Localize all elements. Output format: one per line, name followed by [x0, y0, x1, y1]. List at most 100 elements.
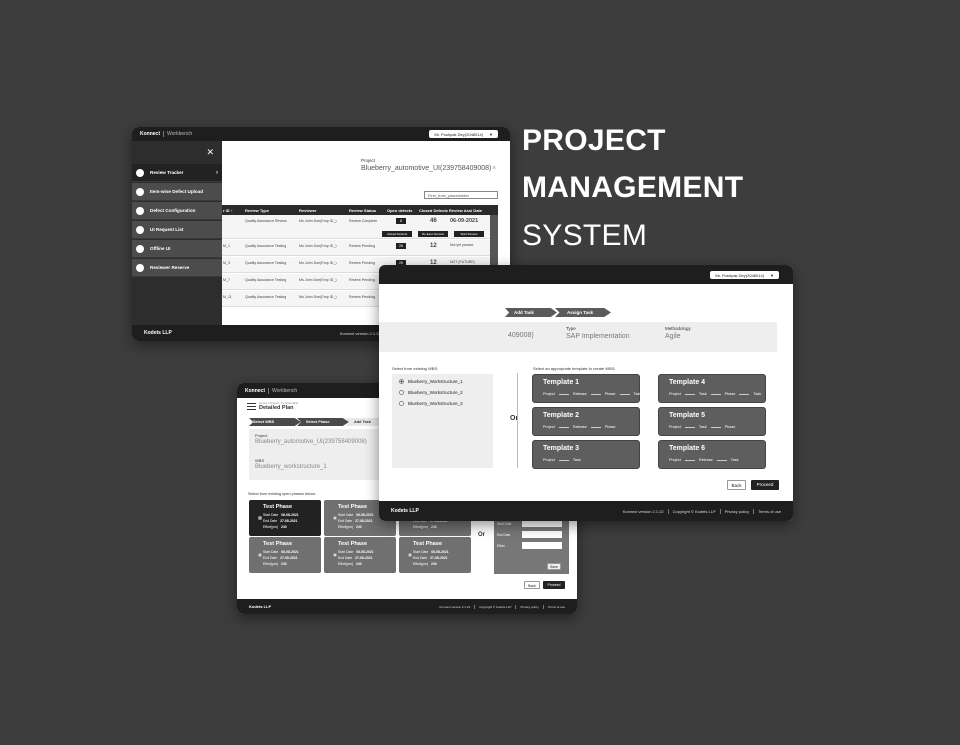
page-title: Detailed Plan [259, 405, 294, 411]
phase-detail-value: 27-08-2021 [430, 556, 448, 560]
sidebar-item[interactable]: Review Tracker › [132, 164, 222, 182]
radio-button[interactable] [333, 553, 337, 557]
sidebar-item[interactable]: Defect Configuration [132, 202, 222, 220]
sidebar-item[interactable]: UI Request List [132, 221, 222, 239]
flow-connector [590, 394, 601, 396]
open-defects-badge: 8 [396, 218, 406, 224]
column-header[interactable]: Open defects [387, 208, 412, 213]
plan-step: Select Phase [297, 418, 349, 426]
existing-wbs-panel [392, 374, 493, 468]
proceed-button[interactable]: Proceed [543, 581, 565, 589]
phase-title: Test Phase [338, 504, 368, 510]
hamburger-icon[interactable] [247, 403, 256, 410]
column-header[interactable]: Closed Defects [419, 208, 448, 213]
template-label: Select an appropriate template to create… [533, 366, 616, 371]
clear-icon[interactable]: × [492, 165, 496, 172]
search-input[interactable]: Find_from_placeholder [424, 191, 498, 199]
phase-card[interactable]: Test PhaseStart Date06-08-2021End Date27… [399, 537, 471, 573]
template-flow: Project Release Phase [543, 425, 616, 429]
flow-step: Release [572, 425, 587, 429]
proceed-button[interactable]: Proceed [751, 480, 779, 490]
column-header[interactable]: Review Assi Date [449, 208, 482, 213]
form-field-label: End Date [497, 533, 511, 537]
phase-detail-label: Start Date [263, 513, 279, 517]
phase-title: Test Phase [338, 541, 368, 547]
template-card[interactable]: Template 4 Project Task Phase Task [658, 374, 766, 403]
phase-detail-label: Start Date [413, 550, 429, 554]
phase-detail: Effort(pm) 240 [413, 562, 437, 566]
radio-button[interactable] [408, 553, 412, 557]
back-button[interactable]: Back [727, 480, 746, 490]
save-button[interactable]: Save [547, 563, 561, 570]
template-title: Template 2 [543, 412, 580, 419]
project-value: Blueberry_automotive_UI(239758409008) [255, 439, 367, 445]
privacy-link[interactable]: Privacy policy [515, 604, 539, 609]
user-dropdown[interactable]: Mr. Pushpak Dey(2048014) ▼ [429, 130, 498, 138]
radio-button[interactable] [258, 553, 262, 557]
terms-link[interactable]: Terms of use [542, 604, 565, 609]
wbs-option[interactable]: Blueberry_Workstructure_1 [399, 379, 463, 385]
row-action-button[interactable]: Upload Defects [382, 231, 412, 237]
radio-button[interactable] [333, 516, 337, 520]
row-action-button[interactable]: Start Review [454, 231, 484, 237]
radio-button[interactable] [399, 390, 404, 396]
column-header[interactable]: Review Status [349, 208, 376, 213]
radio-button[interactable] [399, 379, 404, 385]
column-header[interactable]: Reviewer [299, 208, 317, 213]
template-card[interactable]: Template 1 Project Release Phase Task [532, 374, 641, 403]
template-card[interactable]: Template 2 Project Release Phase [532, 407, 640, 436]
sidebar-item[interactable]: Offline UI [132, 240, 222, 258]
form-field-input[interactable] [522, 520, 562, 527]
sidebar-item[interactable]: Item-wise Defect Upload [132, 183, 222, 201]
cell-status: Review Pending [349, 261, 375, 265]
top-bar: Konnect Workbench Mr. Pushpak Dey(2048014… [132, 127, 510, 141]
flow-step: Phase [604, 392, 616, 396]
close-icon[interactable]: ✕ [206, 147, 214, 158]
form-field-input[interactable] [522, 531, 562, 538]
phase-detail-label: Start Date [338, 550, 354, 554]
phase-detail-label: Effort(pm) [338, 525, 354, 529]
phase-card[interactable]: Test PhaseStart Date06-08-2021End Date27… [249, 500, 321, 536]
vertical-divider [517, 373, 518, 468]
back-button[interactable]: Back [524, 581, 540, 589]
column-header[interactable]: r ID ↑ [223, 208, 233, 213]
type-value: SAP Implementation [566, 333, 630, 340]
phase-title: Test Phase [263, 504, 293, 510]
phase-detail-value: 240 [356, 525, 362, 529]
privacy-link[interactable]: Privacy policy [719, 508, 749, 514]
flow-step: Project [543, 425, 555, 429]
flow-connector [558, 394, 569, 396]
terms-link[interactable]: Terms of use [753, 508, 781, 514]
wbs-option[interactable]: Blueberry_Workstructure_3 [399, 401, 463, 407]
template-title: Template 5 [669, 412, 706, 419]
phase-detail-value: 27-08-2021 [355, 556, 373, 560]
cell-type: Quality Assurance Testing [245, 278, 287, 282]
column-header[interactable]: Review Type [245, 208, 269, 213]
user-dropdown[interactable]: Mr. Pushpak Dey(2048014) ▼ [710, 271, 779, 279]
flow-step: Phase [724, 392, 736, 396]
phase-detail: End Date 27-08-2021 [338, 519, 373, 523]
cell-reviewer: Ms John Doe(Emp ID_) [299, 295, 337, 299]
table-row[interactable]: M_1 Quality Assurance Testing Ms John Doe(… [222, 240, 490, 256]
row-action-button[interactable]: Re-Exec Review [418, 231, 448, 237]
template-card[interactable]: Template 3 Project Task [532, 440, 640, 469]
form-field-input[interactable] [522, 542, 562, 549]
radio-button[interactable] [258, 516, 262, 520]
wbs-option[interactable]: Blueberry_Workstructure_2 [399, 390, 463, 396]
phase-detail-value: 27-08-2021 [355, 519, 373, 523]
flow-step: Phase [724, 425, 736, 429]
phase-card[interactable]: Test PhaseStart Date06-08-2021End Date27… [249, 537, 321, 573]
flow-connector [710, 427, 721, 429]
table-row[interactable]: Quality Assurance Review Ms John Doe(Emp … [222, 215, 490, 239]
phase-card[interactable]: Test PhaseStart Date06-08-2021End Date27… [324, 537, 396, 573]
chevron-right-icon: › [216, 169, 218, 176]
cell-status: Review Pending [349, 278, 375, 282]
sidebar-item[interactable]: Reviewer Reserve [132, 259, 222, 277]
phase-detail-label: Effort(pm) [263, 525, 279, 529]
sidebar-item-label: Offline UI [150, 246, 171, 251]
wbs-value: Blueberry_workstructure_1 [255, 464, 327, 470]
template-card[interactable]: Template 5 Project Task Phase [658, 407, 766, 436]
template-card[interactable]: Template 6 Project Release Task [658, 440, 766, 469]
flow-connector [558, 460, 569, 462]
radio-button[interactable] [399, 401, 404, 407]
